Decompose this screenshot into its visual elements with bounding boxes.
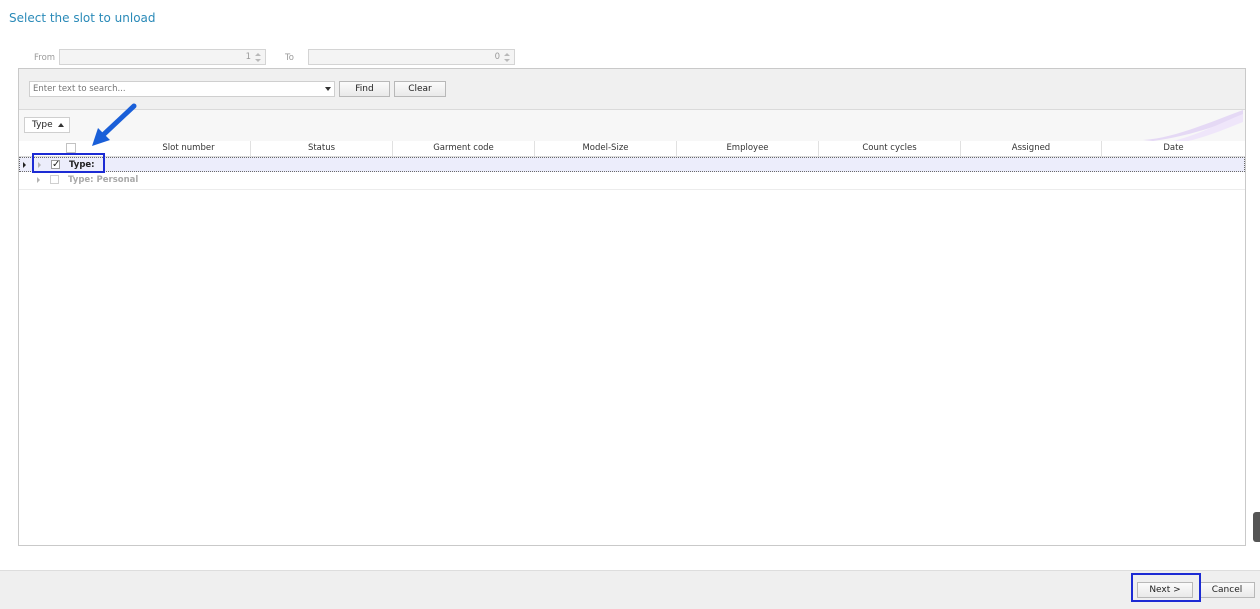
- column-assigned[interactable]: Assigned: [960, 141, 1101, 156]
- group-by-panel: Type: [19, 110, 1245, 141]
- find-button[interactable]: Find: [339, 81, 390, 97]
- cancel-button[interactable]: Cancel: [1199, 582, 1255, 598]
- decorative-swoosh: [1143, 110, 1243, 141]
- column-status[interactable]: Status: [250, 141, 392, 156]
- to-label: To: [285, 53, 294, 63]
- side-panel-tab[interactable]: [1253, 512, 1260, 542]
- from-label: From: [34, 53, 56, 63]
- group-checkbox[interactable]: [50, 175, 59, 184]
- row-indicator-icon: [23, 162, 26, 168]
- highlight-type-checkbox: [32, 153, 105, 173]
- to-value: 0: [494, 52, 500, 62]
- search-input[interactable]: [29, 81, 335, 97]
- column-slot-number[interactable]: Slot number: [127, 141, 250, 156]
- column-header-row: Slot number Status Garment code Model-Si…: [19, 141, 1245, 157]
- column-count-cycles[interactable]: Count cycles: [818, 141, 960, 156]
- group-row-type[interactable]: ✓ Type:: [19, 157, 1245, 172]
- slot-grid-panel: Find Clear Type Slot number Status Garme…: [18, 68, 1246, 546]
- column-employee[interactable]: Employee: [676, 141, 818, 156]
- group-label: Type: Personal: [68, 175, 139, 185]
- dropdown-arrow-icon[interactable]: [325, 87, 331, 91]
- search-panel: Find Clear: [19, 69, 1245, 110]
- column-date[interactable]: Date: [1101, 141, 1245, 156]
- from-spinner[interactable]: [254, 50, 262, 64]
- clear-button[interactable]: Clear: [394, 81, 446, 97]
- group-chip-type[interactable]: Type: [24, 117, 70, 133]
- from-field[interactable]: 1: [59, 49, 266, 65]
- wizard-footer: Next > Cancel: [0, 570, 1260, 609]
- column-garment-code[interactable]: Garment code: [392, 141, 534, 156]
- to-field[interactable]: 0: [308, 49, 515, 65]
- page-title: Select the slot to unload: [9, 11, 156, 25]
- row-divider: [19, 189, 1245, 190]
- group-chip-label: Type: [32, 120, 53, 130]
- expand-icon[interactable]: [37, 177, 40, 183]
- sort-ascending-icon: [58, 123, 64, 127]
- to-spinner[interactable]: [503, 50, 511, 64]
- group-row-type-personal[interactable]: Type: Personal: [19, 173, 1245, 188]
- highlight-next-button: [1131, 573, 1201, 602]
- from-value: 1: [245, 52, 251, 62]
- select-all-checkbox[interactable]: [66, 143, 76, 153]
- pointer-arrow-icon: [92, 103, 137, 146]
- column-model-size[interactable]: Model-Size: [534, 141, 676, 156]
